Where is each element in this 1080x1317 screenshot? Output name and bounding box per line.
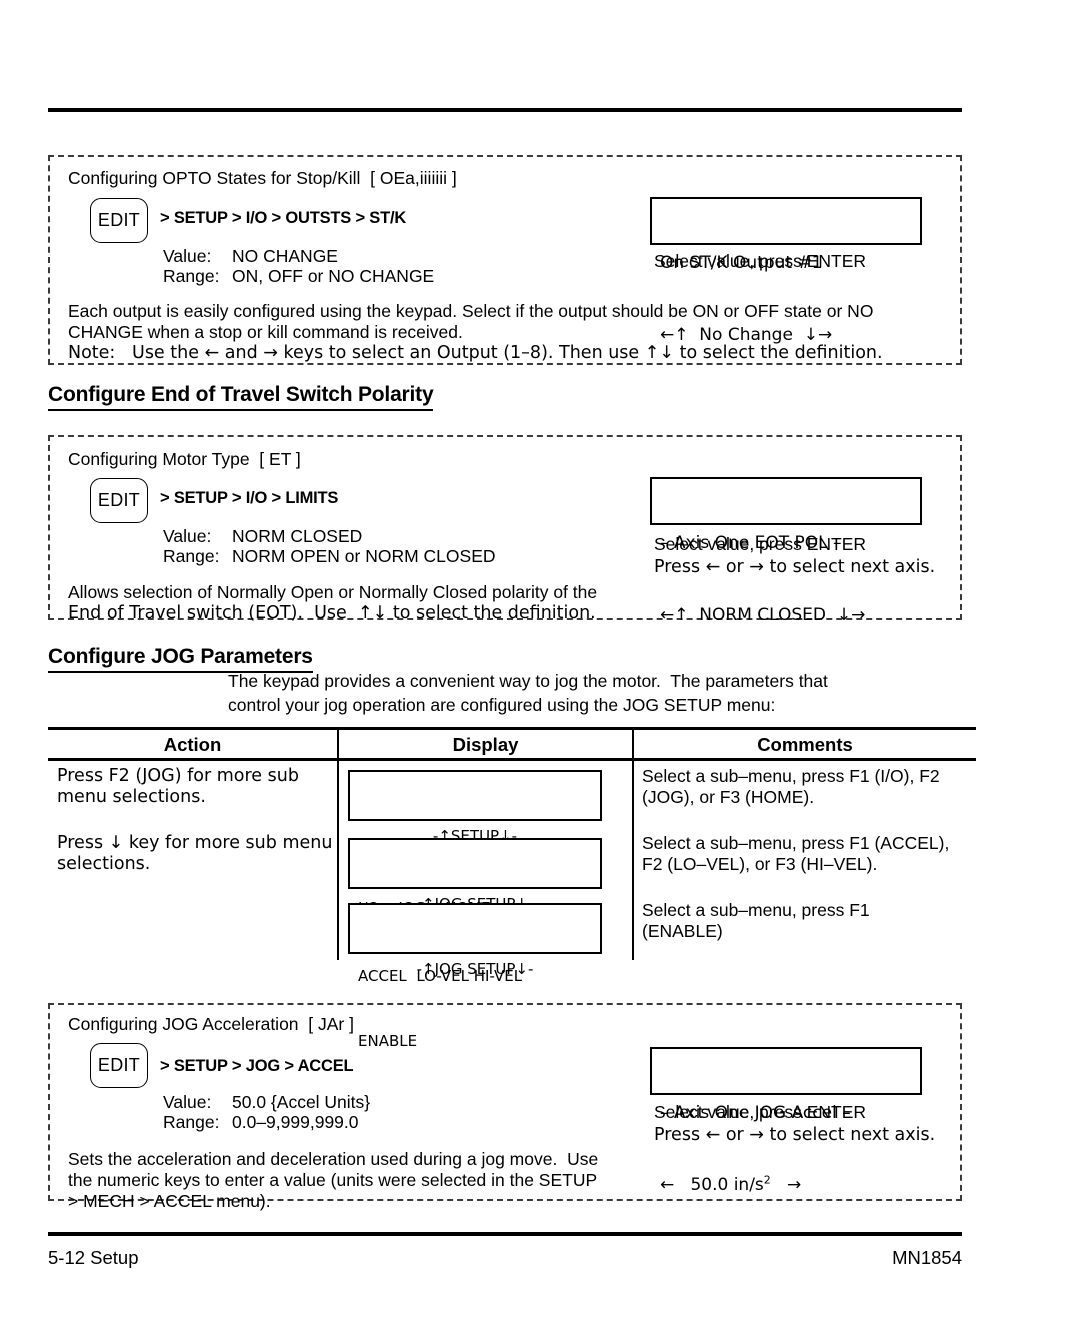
opto-note-text: Note: Use the ← and → keys to select an … xyxy=(68,343,883,363)
opto-edit-key[interactable]: EDIT xyxy=(90,198,148,243)
jog-accel-value: 50.0 {Accel Units} xyxy=(232,1092,371,1112)
jog-intro-line-2: control your jog operation are configure… xyxy=(228,695,776,715)
jog-accel-lcd-caption-2: Press ← or → to select next axis. xyxy=(654,1125,936,1145)
opto-menu-path: > SETUP > I/O > OUTSTS > ST/K xyxy=(160,209,407,227)
jog-accel-menu-path: > SETUP > JOG > ACCEL xyxy=(160,1057,354,1075)
table-row: Press F2 (JOG) for more sub xyxy=(57,766,299,786)
jog-accel-lcd-caption-1: Select value, press ENTER xyxy=(654,1102,867,1122)
table-row: menu selections. xyxy=(57,787,206,807)
eot-edit-key[interactable]: EDIT xyxy=(90,478,148,523)
eot-param-title: Configuring Motor Type [ ET ] xyxy=(68,449,301,469)
eot-menu-path: > SETUP > I/O > LIMITS xyxy=(160,489,339,507)
jog-accel-lcd-value: ← 50.0 in/s xyxy=(660,1175,764,1195)
eot-range: NORM OPEN or NORM CLOSED xyxy=(232,546,496,566)
eot-lcd-caption-2: Press ← or → to select next axis. xyxy=(654,557,936,577)
opto-param-title: Configuring OPTO States for Stop/Kill [ … xyxy=(68,168,457,188)
table-header-action: Action xyxy=(163,734,222,755)
table-col-divider-1 xyxy=(337,729,339,960)
jog-accel-lcd-right-arrow: → xyxy=(770,1175,802,1195)
opto-lcd-caption: Select value, press ENTER xyxy=(654,251,867,271)
jog-accel-lcd-line2: ← 50.0 in/s2 → xyxy=(660,1173,912,1197)
opto-edit-key-label: EDIT xyxy=(97,210,141,230)
lcd-display-jog-setup-1: -↑JOG SETUP↓- ACCEL LO-VEL HI-VEL xyxy=(348,838,602,985)
opto-body-text: Each output is easily configured using t… xyxy=(68,301,874,342)
jog-accel-value-label: Value: xyxy=(163,1092,212,1112)
jog-intro-line-1: The keypad provides a convenient way to … xyxy=(228,671,828,691)
jog-accel-range-label: Range: xyxy=(163,1112,220,1132)
lcd-display-jog-setup-2: -↑JOG SETUP↓- ENABLE xyxy=(348,903,602,1050)
eot-edit-key-label: EDIT xyxy=(97,490,141,510)
jog-accel-body-line-1: Sets the acceleration and deceleration u… xyxy=(68,1149,599,1169)
lcd-display-setup-menu: -↑SETUP↓- I/O JOG HOME xyxy=(348,770,602,917)
eot-value-label: Value: xyxy=(163,526,212,546)
table-header-rule xyxy=(48,758,976,761)
jog-accel-body-line-2: the numeric keys to enter a value (units… xyxy=(68,1170,598,1190)
opto-value-label: Value: xyxy=(163,246,212,266)
jog-accel-edit-key-label: EDIT xyxy=(97,1055,141,1075)
jog-accel-param-title: Configuring JOG Acceleration [ JAr ] xyxy=(68,1014,354,1034)
footer-manual-number: MN1854 xyxy=(892,1247,962,1268)
lcd-line-1: -↑JOG SETUP↓- xyxy=(416,960,534,978)
table-row: Select a sub–menu, press F1 (I/O), F2 xyxy=(642,766,940,786)
eot-lcd-display: – Axis One EOT POL – ←↑ NORM CLOSED ↓→ xyxy=(650,477,922,625)
eot-range-label: Range: xyxy=(163,546,220,566)
table-top-rule xyxy=(48,727,976,730)
jog-accel-range: 0.0–9,999,999.0 xyxy=(232,1112,359,1132)
heading-jog-parameters: Configure JOG Parameters xyxy=(48,645,313,673)
table-row: (JOG), or F3 (HOME). xyxy=(642,787,815,807)
eot-body-line-1: Allows selection of Normally Open or Nor… xyxy=(68,582,598,602)
eot-body-line-2: End of Travel switch (EOT). Use ↑↓ to se… xyxy=(68,603,596,623)
opto-range: ON, OFF or NO CHANGE xyxy=(232,266,435,286)
table-col-divider-2 xyxy=(632,729,634,960)
eot-lcd-line2: ←↑ NORM CLOSED ↓→ xyxy=(660,605,866,625)
page-top-rule xyxy=(48,108,962,112)
eot-value: NORM CLOSED xyxy=(232,526,363,546)
opto-range-label: Range: xyxy=(163,266,220,286)
jog-accel-body-line-3: > MECH > ACCEL menu). xyxy=(68,1191,271,1211)
jog-accel-edit-key[interactable]: EDIT xyxy=(90,1043,148,1088)
opto-lcd-display: On ST/K Output #1 ←↑ No Change ↓→ xyxy=(650,197,922,345)
jog-accel-lcd-exponent: 2 xyxy=(763,1173,771,1187)
table-row: (ENABLE) xyxy=(642,921,723,941)
opto-value: NO CHANGE xyxy=(232,246,338,266)
table-header-display: Display xyxy=(452,734,519,755)
table-row: Select a sub–menu, press F1 (ACCEL), xyxy=(642,833,950,853)
table-header-comments: Comments xyxy=(757,734,853,755)
footer-rule xyxy=(48,1232,962,1236)
jog-accel-lcd-display: – Axis One JOG Accel – ← 50.0 in/s2 → xyxy=(650,1047,922,1195)
table-row: F2 (LO–VEL), or F3 (HI–VEL). xyxy=(642,854,878,874)
footer-page-number: 5-12 Setup xyxy=(48,1247,139,1268)
table-row: Press ↓ key for more sub menu xyxy=(57,833,333,853)
table-row: Select a sub–menu, press F1 xyxy=(642,900,870,920)
eot-lcd-caption-1: Select value, press ENTER xyxy=(654,534,867,554)
manual-page: Configuring OPTO States for Stop/Kill [ … xyxy=(0,0,1080,1317)
table-row: selections. xyxy=(57,854,151,874)
heading-eot-polarity: Configure End of Travel Switch Polarity xyxy=(48,383,434,411)
